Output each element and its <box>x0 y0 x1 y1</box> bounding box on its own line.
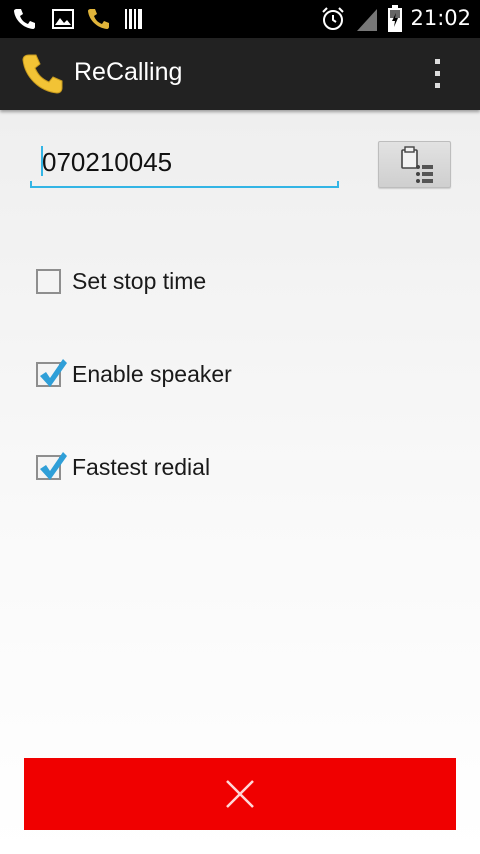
image-icon <box>52 9 74 29</box>
phone-handset-icon <box>22 54 63 94</box>
stop-button[interactable] <box>24 758 456 830</box>
barcode-icon <box>125 9 142 29</box>
set-stop-time-checkbox[interactable] <box>36 268 61 294</box>
overflow-menu-icon[interactable] <box>428 56 448 92</box>
phone-number-field[interactable] <box>30 138 339 188</box>
contacts-picker-button[interactable] <box>378 141 451 188</box>
enable-speaker-checkbox[interactable] <box>36 358 67 387</box>
enable-speaker-option[interactable]: Enable speaker <box>36 358 232 389</box>
fastest-redial-option[interactable]: Fastest redial <box>36 451 211 482</box>
fastest-redial-label: Fastest redial <box>72 453 211 480</box>
close-icon <box>226 780 254 808</box>
text-cursor <box>41 146 43 176</box>
contacts-list-icon <box>401 146 433 183</box>
phone-call-icon <box>14 9 35 29</box>
signal-icon <box>357 9 377 31</box>
battery-charging-icon <box>388 5 402 32</box>
input-underline <box>30 181 339 188</box>
missed-call-icon <box>88 9 109 29</box>
phone-number-input[interactable] <box>30 138 339 186</box>
status-bar: 21:02 <box>0 0 480 38</box>
fastest-redial-checkbox[interactable] <box>36 451 67 480</box>
set-stop-time-label: Set stop time <box>72 267 207 294</box>
action-bar: ReCalling <box>0 38 480 110</box>
checkmark-icon <box>40 358 67 387</box>
checkmark-icon <box>40 451 67 480</box>
app-title: ReCalling <box>74 58 183 86</box>
enable-speaker-label: Enable speaker <box>72 360 232 387</box>
set-stop-time-option[interactable]: Set stop time <box>36 266 206 296</box>
alarm-clock-icon <box>322 7 344 30</box>
status-clock: 21:02 <box>410 6 471 30</box>
